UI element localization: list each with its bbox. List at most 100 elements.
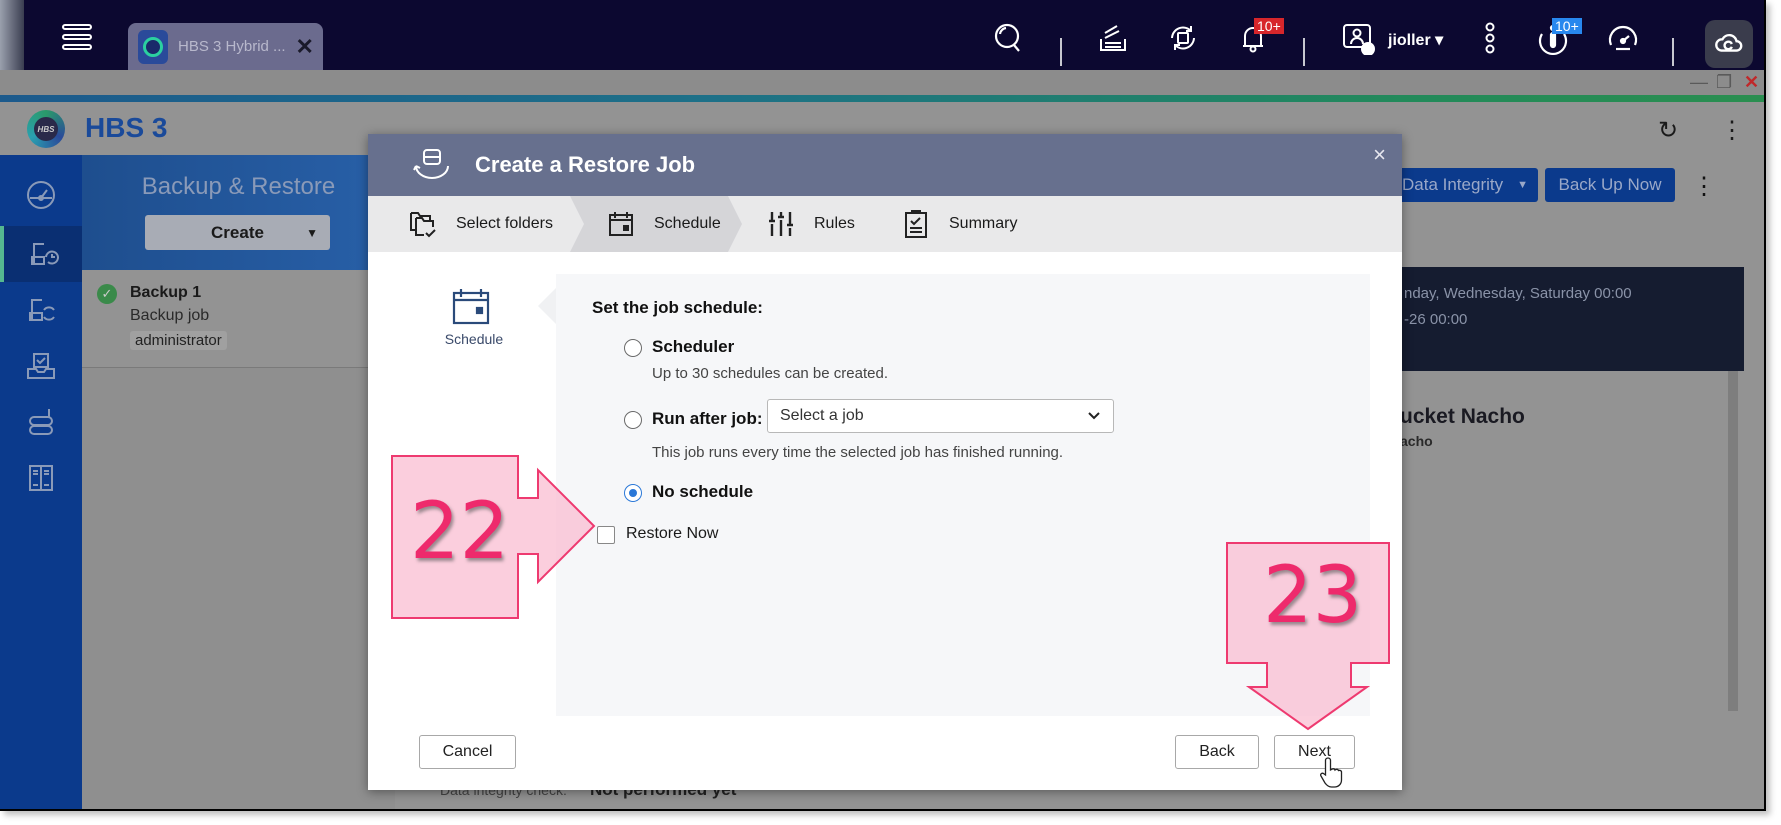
select-job-dropdown[interactable]: Select a job bbox=[767, 399, 1114, 433]
user-icon[interactable] bbox=[1340, 20, 1376, 56]
no-schedule-label[interactable]: No schedule bbox=[652, 482, 753, 502]
back-up-now-button[interactable]: Back Up Now bbox=[1545, 168, 1675, 202]
annotation-number: 22 bbox=[410, 487, 510, 577]
dashboard-icon[interactable] bbox=[1605, 20, 1641, 56]
caret-down-icon: ▼ bbox=[306, 225, 318, 240]
job-list: ✓ Backup 1 Backup job administrator bbox=[82, 270, 395, 809]
section-title: Set the job schedule: bbox=[592, 298, 763, 317]
data-integrity-label: Data Integrity bbox=[1402, 175, 1504, 194]
chevron-down-icon bbox=[1088, 412, 1100, 420]
step-select-folders[interactable]: Select folders bbox=[408, 196, 578, 252]
nav-storage[interactable] bbox=[0, 338, 82, 394]
refresh-icon[interactable]: ↻ bbox=[1658, 116, 1678, 145]
locker-icon bbox=[29, 465, 53, 491]
run-after-job-radio[interactable] bbox=[624, 411, 642, 429]
dialog-title: Create a Restore Job bbox=[475, 152, 696, 177]
dialog-titlebar: Create a Restore Job × bbox=[368, 134, 1402, 196]
annotation-number: 23 bbox=[1263, 551, 1363, 641]
side-step-label: Schedule bbox=[444, 331, 504, 347]
step-label: Select folders bbox=[456, 215, 553, 232]
backup-panel-title: Backup & Restore bbox=[141, 173, 336, 200]
nav-backup-restore[interactable] bbox=[0, 226, 82, 282]
gauge-icon bbox=[27, 181, 55, 209]
no-schedule-radio[interactable] bbox=[624, 484, 642, 502]
schedule-line: -26 00:00 bbox=[1404, 311, 1468, 328]
select-job-value: Select a job bbox=[780, 407, 864, 424]
calendar-icon bbox=[606, 209, 636, 239]
more-options-icon[interactable]: ⋮ bbox=[1720, 116, 1744, 145]
window-titlebar: — ❐ ✕ bbox=[0, 70, 1764, 95]
nav-overview[interactable] bbox=[0, 167, 82, 223]
create-label: Create bbox=[211, 222, 264, 242]
sync-icon[interactable] bbox=[1165, 20, 1201, 56]
run-after-job-description: This job runs every time the selected jo… bbox=[652, 444, 1064, 461]
back-button[interactable]: Back bbox=[1175, 735, 1259, 769]
job-list-item[interactable]: ✓ Backup 1 Backup job administrator bbox=[82, 270, 395, 368]
close-window-button[interactable]: ✕ bbox=[1744, 72, 1759, 93]
calendar-icon bbox=[452, 289, 490, 325]
separator bbox=[1672, 38, 1674, 66]
job-type: Backup job bbox=[130, 307, 210, 324]
scheduler-label[interactable]: Scheduler bbox=[652, 337, 734, 357]
stack-icon[interactable] bbox=[1095, 20, 1131, 56]
minimize-button[interactable]: — bbox=[1690, 72, 1708, 93]
app-title: HBS 3 bbox=[85, 112, 168, 143]
username-menu[interactable]: jioller ▾ bbox=[1388, 30, 1443, 50]
scrollbar[interactable] bbox=[1728, 371, 1738, 711]
bucket-subtitle: acho bbox=[1400, 433, 1433, 449]
restore-now-label[interactable]: Restore Now bbox=[626, 525, 718, 543]
system-taskbar: HBS 3 Hybrid ... ✕ 10+ jioller ▾ 10+ bbox=[0, 0, 1764, 70]
wizard-steps: Select folders Schedule Rules Summary bbox=[368, 196, 1402, 252]
inbox-tray-icon bbox=[27, 353, 55, 379]
more-vertical-icon[interactable]: ⋮ bbox=[1692, 172, 1716, 201]
sync-device-icon bbox=[29, 299, 55, 321]
schedule-info-box: nday, Wednesday, Saturday 00:00 -26 00:0… bbox=[1390, 267, 1744, 371]
backup-restore-icon bbox=[31, 243, 59, 265]
step-schedule[interactable]: Schedule bbox=[570, 196, 742, 252]
restore-button[interactable]: ❐ bbox=[1716, 72, 1732, 93]
screenshot-frame: HBS 3 Hybrid ... ✕ 10+ jioller ▾ 10+ — ❐… bbox=[0, 0, 1766, 811]
restore-icon bbox=[413, 149, 449, 179]
bucket-name: ucket Nacho bbox=[1400, 405, 1525, 428]
scheduler-radio[interactable] bbox=[624, 339, 642, 357]
server-icon bbox=[29, 409, 53, 435]
hbs-logo: HBS bbox=[27, 110, 65, 148]
scheduler-description: Up to 30 schedules can be created. bbox=[652, 365, 888, 382]
cancel-button[interactable]: Cancel bbox=[419, 735, 516, 769]
separator bbox=[1060, 38, 1062, 66]
cloud-icon[interactable] bbox=[1705, 20, 1753, 68]
panel-pointer bbox=[538, 288, 556, 324]
system-icons: 10+ jioller ▾ 10+ bbox=[0, 0, 1764, 70]
check-circle-icon: ✓ bbox=[97, 284, 117, 304]
accent-stripe bbox=[0, 95, 1764, 102]
username-label: jioller bbox=[1388, 32, 1431, 49]
logo-text: HBS bbox=[34, 117, 58, 141]
caret-down-icon: ▼ bbox=[1517, 179, 1528, 191]
create-button[interactable]: Create ▼ bbox=[145, 215, 330, 250]
info-badge: 10+ bbox=[1552, 18, 1582, 34]
step-label: Schedule bbox=[654, 215, 721, 232]
notification-badge: 10+ bbox=[1254, 18, 1284, 34]
more-vertical-icon[interactable] bbox=[1472, 20, 1508, 56]
job-name: Backup 1 bbox=[130, 284, 202, 301]
run-after-job-label[interactable]: Run after job: bbox=[652, 409, 763, 429]
folders-check-icon bbox=[410, 212, 436, 238]
nav-sync[interactable] bbox=[0, 282, 82, 338]
search-icon[interactable] bbox=[990, 20, 1026, 56]
data-integrity-button[interactable]: Data Integrity ▼ bbox=[1390, 168, 1538, 202]
clipboard-check-icon bbox=[905, 210, 927, 238]
sliders-icon bbox=[769, 212, 793, 236]
nav-services[interactable] bbox=[0, 394, 82, 450]
separator bbox=[1303, 38, 1305, 66]
step-label: Rules bbox=[814, 215, 855, 232]
schedule-line: nday, Wednesday, Saturday 00:00 bbox=[1404, 285, 1632, 302]
step-rules[interactable]: Rules bbox=[766, 196, 896, 252]
step-label: Summary bbox=[949, 215, 1018, 232]
close-dialog-button[interactable]: × bbox=[1373, 142, 1386, 168]
nav-logs[interactable] bbox=[0, 450, 82, 506]
step-summary[interactable]: Summary bbox=[901, 196, 1081, 252]
job-owner-tag: administrator bbox=[130, 331, 227, 350]
backup-panel-header: Backup & Restore Create ▼ bbox=[82, 155, 395, 270]
left-nav bbox=[0, 155, 82, 809]
hand-cursor-icon bbox=[1320, 757, 1343, 788]
